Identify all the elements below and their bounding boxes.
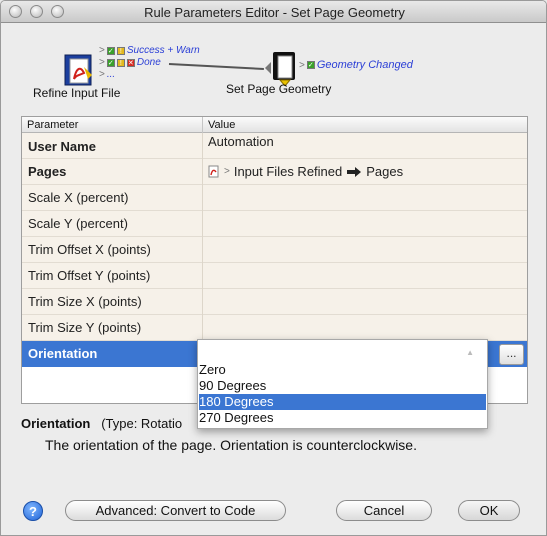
target-output-geometry-changed: > ✓ Geometry Changed [299,59,413,71]
pdf-file-icon [208,165,219,178]
table-row-scale-y[interactable]: Scale Y (percent) [22,211,527,237]
table-row-trim-offset-y[interactable]: Trim Offset Y (points) [22,263,527,289]
table-header: Parameter Value [22,117,527,133]
table-row-user-name[interactable]: User Name Automation [22,133,527,159]
target-node-label: Set Page Geometry [226,82,332,96]
parameter-description-type: (Type: Rotatio [101,416,183,431]
parameter-description-name: Orientation [21,416,91,431]
orientation-option-90[interactable]: 90 Degrees [199,378,486,394]
column-header-value: Value [208,119,236,131]
parameter-description-text: The orientation of the page. Orientation… [45,437,417,453]
parameter-description-title: Orientation (Type: Rotatio [21,416,182,431]
help-icon[interactable]: ? [23,501,43,521]
source-output-more: > ... [99,69,116,80]
ok-button[interactable]: OK [458,500,520,521]
table-row-trim-offset-x[interactable]: Trim Offset X (points) [22,237,527,263]
source-output-done: > ✓! ✕ Done [99,57,161,68]
advanced-convert-to-code-button[interactable]: Advanced: Convert to Code [65,500,286,521]
chevron-right-icon: > [224,166,230,177]
title-bar: Rule Parameters Editor - Set Page Geomet… [1,1,546,23]
table-row-trim-size-x[interactable]: Trim Size X (points) [22,289,527,315]
rule-parameters-window: Rule Parameters Editor - Set Page Geomet… [0,0,547,536]
cancel-button[interactable]: Cancel [336,500,432,521]
source-output-success: > ✓! Success + Warn [99,45,200,56]
orientation-option-180[interactable]: 180 Degrees [199,394,486,410]
orientation-ellipsis-button[interactable]: ... [499,344,524,365]
table-row-scale-x[interactable]: Scale X (percent) [22,185,527,211]
flow-connector-line [168,63,264,70]
orientation-option-zero[interactable]: Zero [199,362,486,378]
orientation-dropdown[interactable]: ▲ Zero 90 Degrees 180 Degrees 270 Degree… [197,339,488,429]
window-title: Rule Parameters Editor - Set Page Geomet… [144,5,405,20]
pdf-refine-icon [64,54,92,86]
dropdown-arrow-icon: ▲ [466,348,474,357]
flow-arrow-icon [347,166,362,177]
orientation-option-270[interactable]: 270 Degrees [199,410,486,426]
column-header-parameter: Parameter [27,119,79,131]
table-row-pages[interactable]: Pages > Input Files Refined Pages [22,159,527,185]
workflow-diagram: > ✓! Success + Warn > ✓! ✕ Done > ... > ✓… [1,23,546,115]
source-node-label: Refine Input File [33,86,121,100]
set-page-geometry-icon [265,52,295,86]
table-row-trim-size-y[interactable]: Trim Size Y (points) [22,315,527,341]
